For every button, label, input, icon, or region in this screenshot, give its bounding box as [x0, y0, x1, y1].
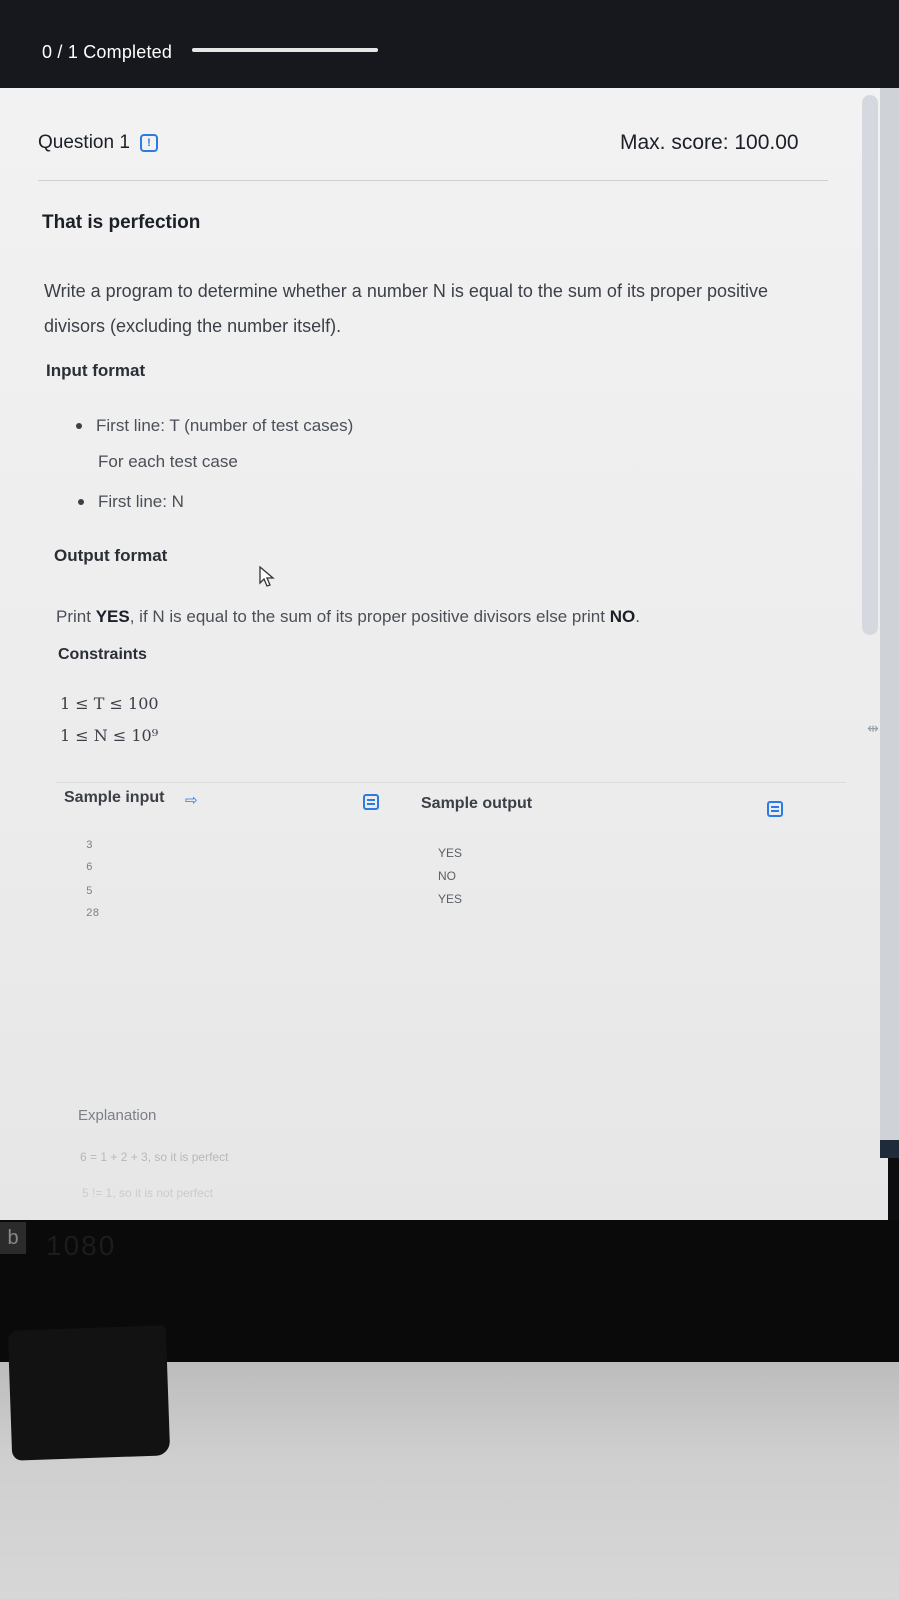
- bullet-icon: [76, 423, 82, 429]
- enter-icon[interactable]: ⇨: [185, 791, 198, 809]
- sample-output-line: YES: [438, 892, 463, 906]
- question-label: Question 1: [38, 132, 130, 153]
- header-divider: [38, 180, 828, 181]
- output-yes: YES: [95, 607, 130, 626]
- progress-label: 0 / 1 Completed: [42, 42, 173, 62]
- list-item: First line: T (number of test cases): [76, 416, 353, 436]
- comment-icon[interactable]: !: [139, 134, 158, 152]
- problem-title: That is perfection: [42, 212, 201, 233]
- output-no: NO: [609, 607, 636, 626]
- bullet-icon: [78, 499, 84, 505]
- top-bar: 0 / 1 Completed: [0, 0, 899, 88]
- sample-divider: [56, 782, 846, 783]
- question-header: Question 1 !: [38, 132, 158, 154]
- sample-output-label: Sample output: [421, 795, 533, 812]
- input-subline: For each test case: [98, 452, 238, 471]
- sample-output-line: NO: [438, 869, 456, 883]
- right-rail: [880, 88, 899, 1158]
- constraint-n: 1 ≤ N ≤ 10⁹: [60, 726, 159, 745]
- max-score: Max. score: 100.00: [620, 131, 799, 154]
- sample-input-label: Sample input: [64, 789, 165, 806]
- resize-handle-icon[interactable]: ⇹: [866, 718, 880, 738]
- progress-fill: [192, 48, 378, 52]
- sample-output-line: YES: [438, 846, 463, 860]
- monitor-stand: [7, 1325, 171, 1461]
- bezel-badge: b: [0, 1222, 26, 1254]
- right-rail-accent: [880, 1140, 899, 1158]
- scrollbar-thumb[interactable]: [862, 95, 878, 635]
- constraints-heading: Constraints: [58, 646, 147, 663]
- input-line-1: First line: T (number of test cases): [96, 416, 354, 435]
- sample-input-line: 5: [86, 886, 93, 898]
- output-format-heading: Output format: [54, 546, 168, 565]
- sample-input-line: 28: [86, 908, 100, 920]
- output-text-end: .: [635, 607, 640, 626]
- input-format-heading: Input format: [46, 361, 146, 380]
- progress-bar: [192, 48, 378, 52]
- constraint-t: 1 ≤ T ≤ 100: [60, 694, 159, 713]
- output-format-text: Print YES, if N is equal to the sum of i…: [56, 607, 640, 627]
- sample-input-line: 3: [86, 840, 93, 852]
- sample-input-line: 6: [86, 862, 93, 874]
- copy-input-icon[interactable]: [363, 794, 379, 810]
- explanation-line: 5 != 1, so it is not perfect: [82, 1186, 214, 1200]
- output-text-mid: , if N is equal to the sum of its proper…: [129, 607, 610, 626]
- explanation-line: 6 = 1 + 2 + 3, so it is perfect: [80, 1150, 229, 1164]
- copy-output-icon[interactable]: [767, 801, 783, 817]
- explanation-heading: Explanation: [78, 1107, 157, 1124]
- list-item: First line: N: [78, 492, 184, 512]
- bezel-text: 1080: [46, 1230, 117, 1261]
- problem-description: Write a program to determine whether a n…: [44, 281, 769, 336]
- input-line-2: First line: N: [98, 492, 184, 511]
- output-text-pre: Print: [56, 607, 96, 626]
- mouse-cursor-icon: [259, 566, 275, 587]
